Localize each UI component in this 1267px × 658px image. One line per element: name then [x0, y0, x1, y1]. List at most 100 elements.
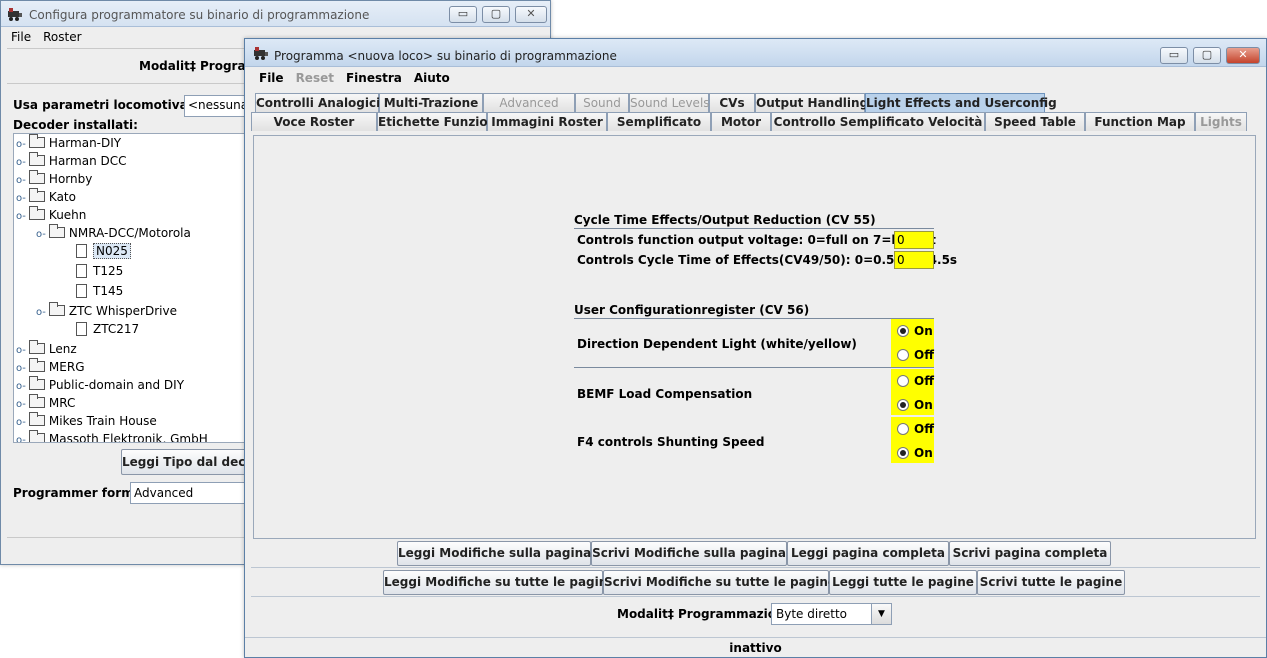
tree-item-selected[interactable]: N025 [76, 242, 131, 262]
tree-item-label: Harman DCC [48, 154, 127, 168]
tab-function-map[interactable]: Function Map [1085, 112, 1195, 131]
tree-item[interactable]: o- Hornby [16, 170, 92, 188]
radio-label: On [914, 324, 933, 338]
tree-item-label: Kato [48, 190, 76, 204]
tree-toggle-icon[interactable]: o- [16, 381, 26, 392]
decoder-tree[interactable]: o- Harman-DIY o- Harman DCC o- Hornby o- Kat… [13, 133, 249, 443]
maximize-button[interactable]: ▢ [482, 6, 510, 23]
tab-motor[interactable]: Motor [711, 112, 771, 131]
tree-toggle-icon[interactable]: o- [16, 435, 26, 442]
tree-toggle-icon[interactable]: o- [16, 399, 26, 410]
tab-cvs[interactable]: CVs [709, 93, 755, 112]
tree-toggle-icon[interactable]: o- [16, 175, 26, 186]
menu-finestra[interactable]: Finestra [340, 68, 408, 88]
cycle-time-input[interactable]: 0 [894, 251, 934, 269]
bemf-off-radio[interactable] [897, 375, 909, 387]
tree-toggle-icon[interactable]: o- [16, 157, 26, 168]
tree-toggle-icon[interactable]: o- [16, 363, 26, 374]
window2-title: Programma <nuova loco> su binario di pro… [274, 49, 617, 63]
menu-roster[interactable]: Roster [37, 27, 87, 47]
tab-light-effects-userconfig[interactable]: Light Effects and Userconfig [865, 93, 1057, 112]
tab-advanced[interactable]: Advanced [483, 93, 575, 112]
section-divider [574, 367, 934, 368]
tree-item[interactable]: o- MRC [16, 394, 75, 412]
read-decoder-type-button[interactable]: Leggi Tipo dal deco [121, 449, 254, 475]
tree-item[interactable]: ZTC217 [76, 320, 139, 340]
folder-icon [28, 152, 45, 166]
tree-item[interactable]: o- NMRA-DCC/Motorola [36, 224, 191, 242]
tab-lights[interactable]: Lights [1195, 112, 1247, 131]
menu-file[interactable]: File [253, 68, 290, 88]
tree-toggle-icon[interactable]: o- [16, 139, 26, 150]
section-divider [574, 228, 934, 229]
tree-item[interactable]: o- Harman DCC [16, 152, 126, 170]
tab-speed-table[interactable]: Speed Table [985, 112, 1085, 131]
shunting-off-radio[interactable] [897, 423, 909, 435]
menu-file[interactable]: File [5, 27, 37, 47]
tree-item-label: Mikes Train House [48, 414, 157, 428]
tree-toggle-icon[interactable]: o- [16, 345, 26, 356]
folder-icon [28, 358, 45, 372]
document-icon [76, 322, 87, 336]
tree-item-label: MRC [48, 396, 76, 410]
bemf-on-radio[interactable] [897, 399, 909, 411]
tab-multi-trazione[interactable]: Multi-Trazione [379, 93, 483, 112]
read-full-page-button[interactable]: Leggi pagina completa [787, 541, 949, 566]
menu-aiuto[interactable]: Aiuto [408, 68, 456, 88]
window1-titlebar[interactable]: Configura programmatore su binario di pr… [1, 1, 550, 27]
tree-item[interactable]: o- MERG [16, 358, 85, 376]
programmer-format-combo[interactable]: Advanced [130, 482, 250, 504]
programming-mode-select[interactable]: Byte diretto ▼ [771, 603, 892, 625]
tree-item[interactable]: o- ZTC WhisperDrive [36, 302, 177, 320]
menu-reset[interactable]: Reset [290, 68, 340, 88]
read-changes-page-button[interactable]: Leggi Modifiche sulla pagina [397, 541, 591, 566]
minimize-button[interactable]: ▭ [449, 6, 477, 23]
tree-item[interactable]: o- Harman-DIY [16, 134, 121, 152]
read-all-pages-button[interactable]: Leggi tutte le pagine [829, 570, 977, 595]
tree-item[interactable]: o- Public-domain and DIY [16, 376, 184, 394]
tab-immagini-roster[interactable]: Immagini Roster [487, 112, 607, 131]
chevron-down-icon[interactable]: ▼ [871, 604, 891, 624]
tab-semplificato[interactable]: Semplificato [607, 112, 711, 131]
tree-toggle-icon[interactable]: o- [36, 307, 46, 318]
close-button[interactable]: ✕ [515, 6, 547, 23]
tree-item[interactable]: o- Mikes Train House [16, 412, 157, 430]
tree-item[interactable]: o- Lenz [16, 340, 77, 358]
shunting-on-radio[interactable] [897, 447, 909, 459]
tree-toggle-icon[interactable]: o- [16, 417, 26, 428]
window2-titlebar[interactable]: Programma <nuova loco> su binario di pro… [245, 39, 1266, 67]
tab-sound-levels[interactable]: Sound Levels [629, 93, 710, 112]
read-changes-all-button[interactable]: Leggi Modifiche su tutte le pagine [383, 570, 615, 595]
tab-controlli-analogici[interactable]: Controlli Analogici [255, 93, 380, 112]
tree-item[interactable]: T125 [76, 262, 123, 282]
tree-item[interactable]: o- Massoth Elektronik, GmbH [16, 430, 208, 442]
minimize-button[interactable]: ▭ [1160, 47, 1188, 64]
tree-item-label: N025 [93, 243, 131, 259]
tab-sound[interactable]: Sound [575, 93, 629, 112]
close-button[interactable]: ✕ [1226, 47, 1260, 64]
tree-toggle-icon[interactable]: o- [16, 211, 26, 222]
window2-menubar: File Reset Finestra Aiuto [245, 68, 1266, 88]
programming-mode-value: Byte diretto [776, 607, 847, 621]
tab-controllo-semplificato-velocita[interactable]: Controllo Semplificato Velocità [771, 112, 985, 131]
tree-item[interactable]: o- Kato [16, 188, 76, 206]
write-all-pages-button[interactable]: Scrivi tutte le pagine [977, 570, 1125, 595]
tree-toggle-icon[interactable]: o- [16, 193, 26, 204]
folder-icon [48, 302, 65, 316]
tree-item[interactable]: o- Kuehn [16, 206, 86, 224]
tab-voce-roster[interactable]: Voce Roster [251, 112, 377, 131]
tab-output-handling[interactable]: Output Handling [755, 93, 868, 112]
tree-item[interactable]: T145 [76, 282, 123, 302]
tree-toggle-icon[interactable]: o- [36, 229, 46, 240]
write-changes-page-button[interactable]: Scrivi Modifiche sulla pagina [591, 541, 787, 566]
tab-etichette-funzioni[interactable]: Etichette Funzioni [377, 112, 500, 131]
maximize-button[interactable]: ▢ [1193, 47, 1221, 64]
folder-icon [28, 340, 45, 354]
direction-light-on-radio[interactable] [897, 325, 909, 337]
write-changes-all-button[interactable]: Scrivi Modifiche su tutte le pagine [603, 570, 836, 595]
direction-light-off-radio[interactable] [897, 349, 909, 361]
folder-icon [28, 394, 45, 408]
output-voltage-input[interactable]: 0 [894, 231, 934, 249]
write-full-page-button[interactable]: Scrivi pagina completa [949, 541, 1111, 566]
tree-item-label: Public-domain and DIY [48, 378, 185, 392]
